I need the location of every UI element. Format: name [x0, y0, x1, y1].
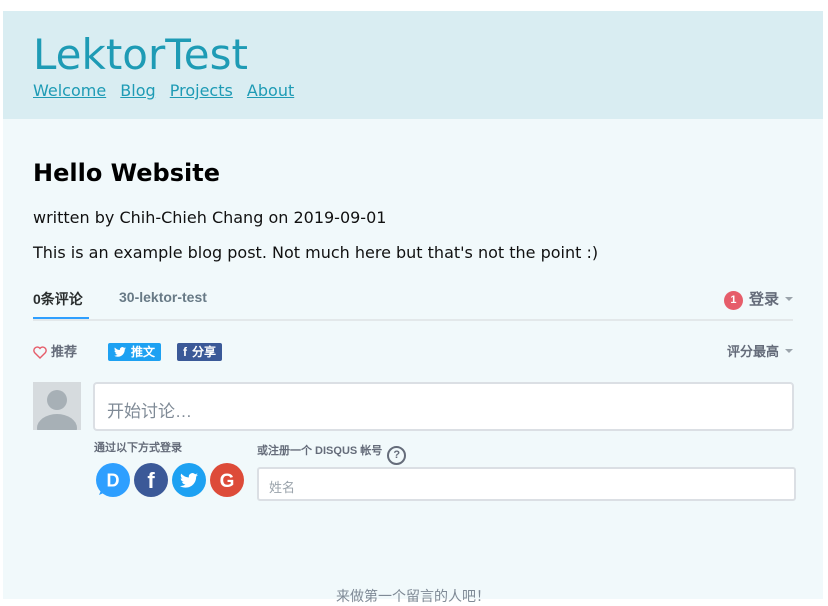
comment-tabs: 0条评论 30-lektor-test 1 登录: [33, 283, 793, 321]
google-icon: G: [210, 463, 244, 497]
post-byline: written by Chih-Chieh Chang on 2019-09-0…: [33, 208, 387, 227]
empty-thread-message: 来做第一个留言的人吧！: [336, 588, 490, 604]
help-icon[interactable]: ?: [387, 446, 407, 465]
login-via-label: 通过以下方式登录: [94, 442, 182, 454]
share-button[interactable]: f 分享: [177, 343, 223, 361]
main-nav: Welcome Blog Projects About: [33, 81, 303, 100]
nav-link-about[interactable]: About: [247, 81, 294, 100]
heart-icon: [33, 346, 47, 359]
post-title: Hello Website: [33, 159, 220, 187]
google-login-button[interactable]: G: [210, 463, 244, 497]
facebook-icon: f: [183, 345, 187, 359]
recommend-button[interactable]: 推荐: [33, 341, 77, 360]
svg-text:f: f: [147, 468, 155, 493]
user-icon: [33, 382, 81, 430]
share-label: 分享: [192, 345, 217, 359]
tab-community[interactable]: 30-lektor-test: [119, 289, 207, 305]
tweet-label: 推文: [131, 345, 156, 359]
notification-badge: 1: [723, 291, 743, 310]
nav-link-projects[interactable]: Projects: [170, 81, 233, 100]
login-menu[interactable]: 1 登录: [723, 288, 793, 310]
sort-dropdown[interactable]: 评分最高: [727, 341, 793, 360]
tweet-button[interactable]: 推文: [108, 343, 162, 361]
facebook-icon: f: [134, 463, 168, 497]
login-label: 登录: [748, 291, 779, 308]
twitter-login-button[interactable]: [172, 463, 206, 497]
disqus-thread: 0条评论 30-lektor-test 1 登录 推荐 推文 f 分享 评分最高 开…: [33, 283, 796, 604]
comment-placeholder: 开始讨论…: [107, 402, 192, 421]
avatar: [33, 382, 81, 430]
page-frame: LektorTest Welcome Blog Projects About H…: [3, 11, 823, 604]
svg-text:G: G: [220, 471, 235, 492]
active-tab-indicator: [33, 317, 89, 319]
svg-text:D: D: [107, 471, 120, 491]
chevron-down-icon: [785, 349, 793, 353]
post-body: This is an example blog post. Not much h…: [33, 243, 599, 262]
signup-label: 或注册一个 DISQUS 帐号: [257, 445, 383, 457]
twitter-icon: [114, 347, 126, 357]
name-placeholder: 姓名: [269, 480, 296, 495]
signup-prompt: 或注册一个 DISQUS 帐号?: [257, 442, 407, 465]
twitter-icon: [172, 463, 206, 497]
recommend-label: 推荐: [51, 344, 78, 359]
disqus-login-button[interactable]: D: [96, 463, 130, 497]
site-title[interactable]: LektorTest: [33, 31, 248, 79]
comment-input[interactable]: 开始讨论…: [93, 382, 794, 431]
sort-label: 评分最高: [726, 344, 779, 359]
disqus-icon: D: [96, 463, 130, 497]
name-field[interactable]: 姓名: [257, 467, 796, 501]
nav-link-welcome[interactable]: Welcome: [33, 81, 106, 100]
nav-link-blog[interactable]: Blog: [120, 81, 155, 100]
chevron-down-icon: [785, 297, 793, 301]
site-header: LektorTest Welcome Blog Projects About: [3, 11, 823, 119]
facebook-login-button[interactable]: f: [134, 463, 168, 497]
tab-comments[interactable]: 0条评论: [33, 289, 83, 309]
